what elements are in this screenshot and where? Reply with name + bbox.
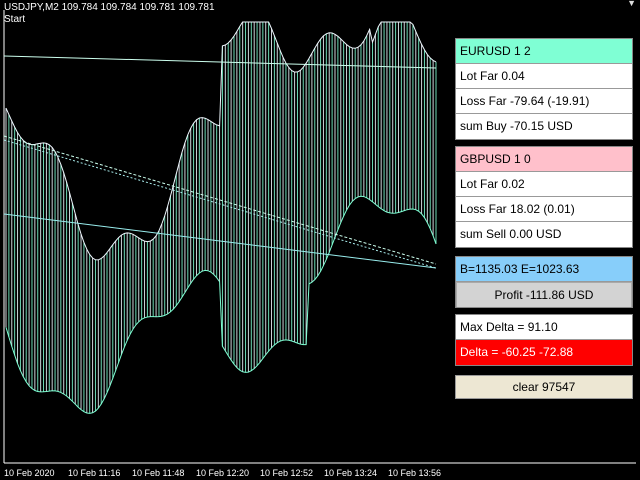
trend-line-top: [3, 55, 437, 69]
chart-shift-icon[interactable]: ▼: [627, 0, 636, 8]
balance-equity: B=1135.03 E=1023.63: [456, 257, 632, 282]
sum-sell-value: sum Sell 0.00 USD: [460, 227, 562, 241]
delta-panel: Max Delta = 91.10 Delta = -60.25 -72.88: [455, 314, 633, 366]
status-text: Start: [4, 14, 26, 25]
delta-value: Delta = -60.25 -72.88: [456, 340, 632, 365]
panel-title[interactable]: GBPUSD 1 0: [456, 147, 632, 172]
loss-far-value: Loss Far -79.64 (-19.91): [456, 89, 632, 114]
x-axis: 10 Feb 2020 10 Feb 11:16 10 Feb 11:48 10…: [4, 468, 441, 478]
x-tick-label: 10 Feb 11:48: [132, 468, 184, 478]
lower-line: [5, 195, 437, 414]
x-tick-label: 10 Feb 13:56: [388, 468, 441, 478]
x-tick-label: 10 Feb 11:16: [68, 468, 120, 478]
balance-panel: B=1135.03 E=1023.63 Profit -111.86 USD: [455, 256, 633, 308]
loss-far-value: Loss Far 18.02 (0.01): [456, 197, 632, 222]
x-tick-label: 10 Feb 12:52: [260, 468, 313, 478]
symbol-header: USDJPY,M2 109.784 109.784 109.781 109.78…: [4, 2, 215, 13]
panel-title[interactable]: EURUSD 1 2: [456, 39, 632, 64]
profit-button[interactable]: Profit -111.86 USD: [456, 282, 632, 307]
eurusd-panel: EURUSD 1 2 Lot Far 0.04 Loss Far -79.64 …: [455, 38, 633, 140]
gbpusd-panel: GBPUSD 1 0 Lot Far 0.02 Loss Far 18.02 (…: [455, 146, 633, 248]
max-delta-value: Max Delta = 91.10: [456, 315, 632, 340]
x-tick-label: 10 Feb 12:20: [196, 468, 249, 478]
x-tick-label: 10 Feb 13:24: [324, 468, 377, 478]
clear-button[interactable]: clear 97547: [455, 375, 633, 399]
sum-buy-value: sum Buy -70.15 USD: [460, 119, 573, 133]
lot-far-value: Lot Far 0.04: [456, 64, 632, 89]
lot-far-value: Lot Far 0.02: [456, 172, 632, 197]
x-tick-label: 10 Feb 2020: [4, 468, 55, 478]
